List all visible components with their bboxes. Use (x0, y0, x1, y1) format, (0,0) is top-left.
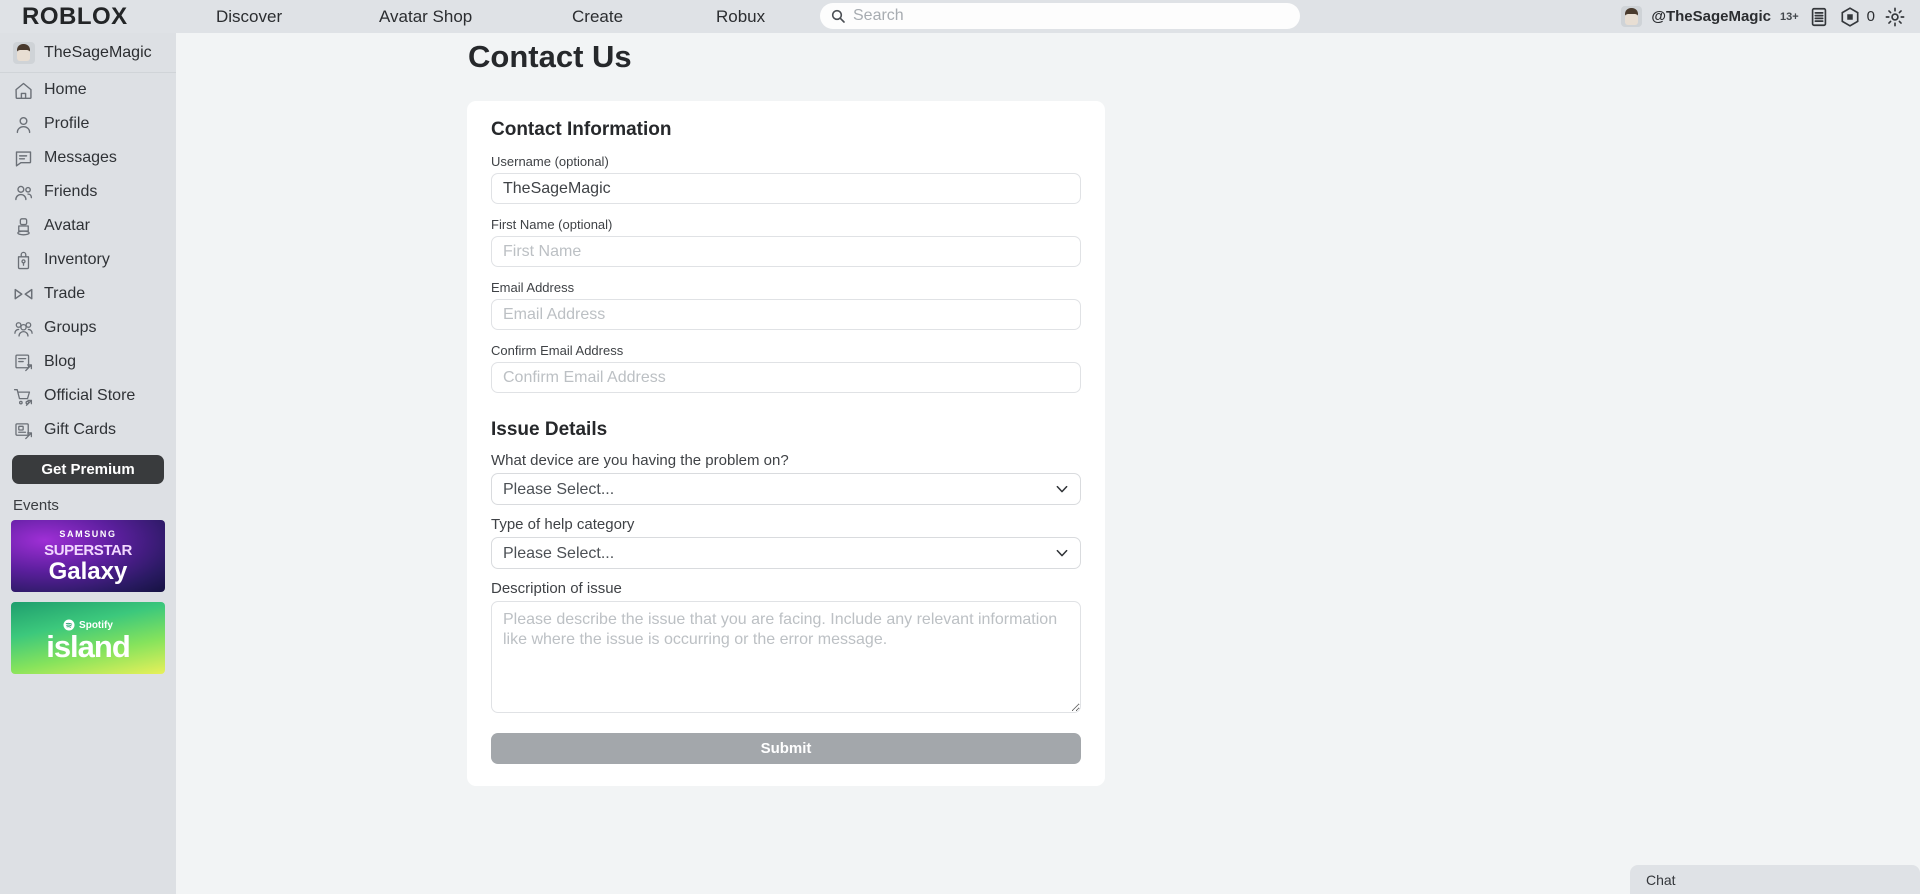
device-select-wrapper: Please Select... (491, 473, 1081, 505)
chat-widget[interactable]: Chat (1630, 865, 1920, 894)
trade-icon (14, 288, 33, 299)
messages-icon (15, 150, 32, 167)
sidebar-item-label: Messages (44, 149, 117, 166)
contact-information-title: Contact Information (491, 119, 672, 140)
events-section-title: Events (13, 497, 59, 514)
sidebar-item-label: Trade (44, 285, 86, 302)
description-textarea[interactable] (491, 601, 1081, 713)
home-icon (15, 82, 32, 99)
username-input[interactable] (491, 173, 1081, 204)
avatar[interactable] (1621, 6, 1643, 27)
event-banner-sponsor: SAMSUNG (59, 529, 117, 539)
search-box[interactable] (820, 3, 1300, 29)
confirm-email-input[interactable] (491, 362, 1081, 393)
groups-icon (14, 321, 33, 337)
blog-icon (15, 353, 33, 371)
sidebar-avatar (13, 41, 35, 64)
email-input[interactable] (491, 299, 1081, 330)
avatar-icon (17, 217, 30, 235)
device-select[interactable]: Please Select... (491, 473, 1081, 505)
first-name-field-label: First Name (optional) (491, 217, 613, 232)
sidebar-item-inventory[interactable]: Inventory (0, 243, 176, 277)
sidebar-item-label: Friends (44, 183, 98, 200)
sidebar-account-row[interactable]: TheSageMagic (0, 33, 176, 73)
help-category-select[interactable]: Please Select... (491, 537, 1081, 569)
category-select-wrapper: Please Select... (491, 537, 1081, 569)
age-badge: 13+ (1779, 10, 1799, 23)
sidebar-item-trade[interactable]: Trade (0, 277, 176, 311)
shopping-cart-icon (13, 388, 33, 406)
event-banner-spotify-island[interactable]: Spotify island (11, 602, 165, 674)
robux-count: 0 (1866, 8, 1875, 25)
category-select-label: Type of help category (491, 516, 635, 533)
notifications-list-icon[interactable] (1808, 6, 1830, 28)
sidebar-item-label: Gift Cards (44, 421, 117, 438)
sidebar-item-gift-cards[interactable]: Gift Cards (0, 413, 176, 447)
sidebar-item-label: Official Store (44, 387, 136, 404)
page-title: Contact Us (468, 39, 632, 74)
submit-button[interactable]: Submit (491, 733, 1081, 764)
main-content: Contact Us Contact Information Username … (176, 33, 1920, 894)
search-input[interactable] (853, 7, 1263, 25)
username-label: @TheSageMagic (1651, 8, 1771, 25)
sidebar-item-label: Blog (44, 353, 77, 370)
username-field-label: Username (optional) (491, 154, 609, 169)
gear-icon[interactable] (1884, 6, 1906, 28)
sidebar-item-label: Inventory (44, 251, 110, 268)
sidebar-item-label: Avatar (44, 217, 90, 234)
sidebar-item-groups[interactable]: Groups (0, 311, 176, 345)
description-label: Description of issue (491, 580, 622, 597)
user-area: @TheSageMagic 13+ 0 (1621, 0, 1906, 33)
get-premium-button[interactable]: Get Premium (12, 455, 164, 484)
sidebar-item-home[interactable]: Home (0, 73, 176, 107)
sidebar-account-name: TheSageMagic (44, 43, 152, 61)
first-name-input[interactable] (491, 236, 1081, 267)
person-icon (16, 116, 31, 133)
nav-link-create[interactable]: Create (572, 7, 623, 27)
left-sidebar: TheSageMagic Home Profile Messages Frien… (0, 33, 176, 894)
robux-icon[interactable] (1839, 6, 1861, 28)
sidebar-item-blog[interactable]: Blog (0, 345, 176, 379)
sidebar-item-label: Home (44, 81, 87, 98)
inventory-icon (17, 251, 30, 269)
top-navigation-bar: ROBLOX Discover Avatar Shop Create Robux… (0, 0, 1920, 33)
friends-icon (15, 185, 33, 200)
sidebar-item-profile[interactable]: Profile (0, 107, 176, 141)
event-banner-line1: SUPERSTAR (44, 542, 132, 559)
event-banner-line2: Galaxy (48, 558, 128, 585)
sidebar-item-label: Profile (44, 115, 90, 132)
confirm-email-field-label: Confirm Email Address (491, 343, 624, 358)
sidebar-item-messages[interactable]: Messages (0, 141, 176, 175)
device-select-label: What device are you having the problem o… (491, 452, 789, 469)
issue-details-title: Issue Details (491, 419, 608, 440)
roblox-logo[interactable]: ROBLOX (22, 3, 152, 31)
event-banner-line2: island (46, 629, 131, 664)
chat-label: Chat (1646, 871, 1676, 888)
sidebar-item-label: Groups (44, 319, 97, 336)
sidebar-item-friends[interactable]: Friends (0, 175, 176, 209)
search-icon (831, 9, 845, 23)
nav-link-avatar-shop[interactable]: Avatar Shop (379, 7, 472, 27)
email-field-label: Email Address (491, 280, 575, 295)
contact-form-card: Contact Information Username (optional) … (467, 101, 1105, 786)
sidebar-item-official-store[interactable]: Official Store (0, 379, 176, 413)
event-banner-samsung-superstar-galaxy[interactable]: SAMSUNG SUPERSTAR Galaxy (11, 520, 165, 592)
nav-link-robux[interactable]: Robux (716, 7, 765, 27)
sidebar-item-avatar[interactable]: Avatar (0, 209, 176, 243)
gift-card-icon (15, 422, 33, 439)
nav-link-discover[interactable]: Discover (216, 7, 282, 27)
